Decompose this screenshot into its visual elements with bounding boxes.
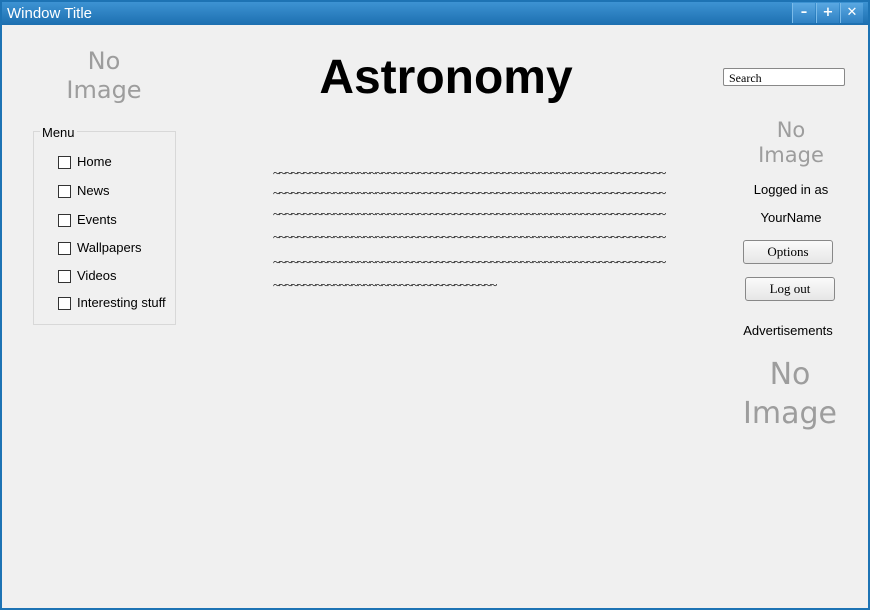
menu-item-videos[interactable]: Videos (58, 268, 117, 284)
menu-item-label: News (77, 183, 110, 198)
avatar-image-placeholder: No Image (741, 118, 841, 168)
body-text-line: ~~~~~~~~~~~~~~~~~~~~~~~~~~~~~~~~~~~~~~~~… (273, 165, 666, 180)
avatar-placeholder-line2: Image (758, 143, 824, 168)
ad-placeholder-line2: Image (743, 396, 837, 431)
menu-legend: Menu (40, 125, 77, 140)
body-text-line: ~~~~~~~~~~~~~~~~~~~~~~~~~~~~~~~~~~~~~~~~… (273, 206, 666, 221)
menu-item-label: Wallpapers (77, 240, 142, 255)
page-title: Astronomy (319, 51, 573, 104)
checkbox[interactable] (58, 214, 71, 228)
checkbox[interactable] (58, 185, 71, 199)
ad-placeholder-line1: No (769, 357, 811, 392)
menu-item-label: Home (77, 154, 112, 169)
body-text-line: ~~~~~~~~~~~~~~~~~~~~~~~~~~~~~~~~~~~~~~~~… (273, 229, 666, 244)
maximize-button[interactable]: + (816, 3, 839, 23)
ad-image-placeholder: No Image (730, 355, 850, 433)
menu-item-label: Events (77, 212, 117, 227)
avatar-placeholder-line1: No (776, 118, 806, 142)
menu-item-news[interactable]: News (58, 183, 110, 199)
close-button[interactable]: ✕ (840, 3, 863, 23)
app-window: Window Title – + ✕ No Image Astronomy Me… (0, 0, 870, 610)
menu-item-home[interactable]: Home (58, 154, 112, 170)
menu-item-label: Interesting stuff (77, 295, 166, 310)
username: YourName (760, 210, 822, 225)
menu-item-interesting-stuff[interactable]: Interesting stuff (58, 295, 166, 311)
logo-placeholder-line2: Image (66, 75, 142, 104)
logo-image-placeholder: No Image (54, 47, 154, 105)
options-button[interactable]: Options (743, 240, 833, 264)
menu-item-events[interactable]: Events (58, 212, 117, 228)
checkbox[interactable] (58, 242, 71, 256)
window-title: Window Title (7, 5, 93, 22)
checkbox[interactable] (58, 270, 71, 284)
minimize-button[interactable]: – (792, 3, 815, 23)
logged-in-label: Logged in as (753, 182, 829, 197)
title-bar[interactable]: Window Title – + ✕ (2, 2, 868, 25)
logout-button[interactable]: Log out (745, 277, 835, 301)
logo-placeholder-line1: No (87, 47, 121, 75)
menu-item-wallpapers[interactable]: Wallpapers (58, 240, 142, 256)
window-content: No Image Astronomy Menu Home News Events… (6, 25, 866, 604)
body-text-line: ~~~~~~~~~~~~~~~~~~~~~~~~~~~~~~~~~~~~~~~~… (273, 185, 666, 200)
menu-item-label: Videos (77, 268, 117, 283)
advertisements-label: Advertisements (743, 323, 833, 338)
body-text-line: ~~~~~~~~~~~~~~~~~~~~~~~~~~~~~~~~~~~~~~~~… (273, 254, 666, 269)
checkbox[interactable] (58, 156, 71, 170)
body-text-line: ~~~~~~~~~~~~~~~~~~~~~~~~~~~~~~~~~~~~~ (273, 277, 497, 292)
checkbox[interactable] (58, 297, 71, 311)
search-input[interactable]: Search (723, 68, 845, 86)
